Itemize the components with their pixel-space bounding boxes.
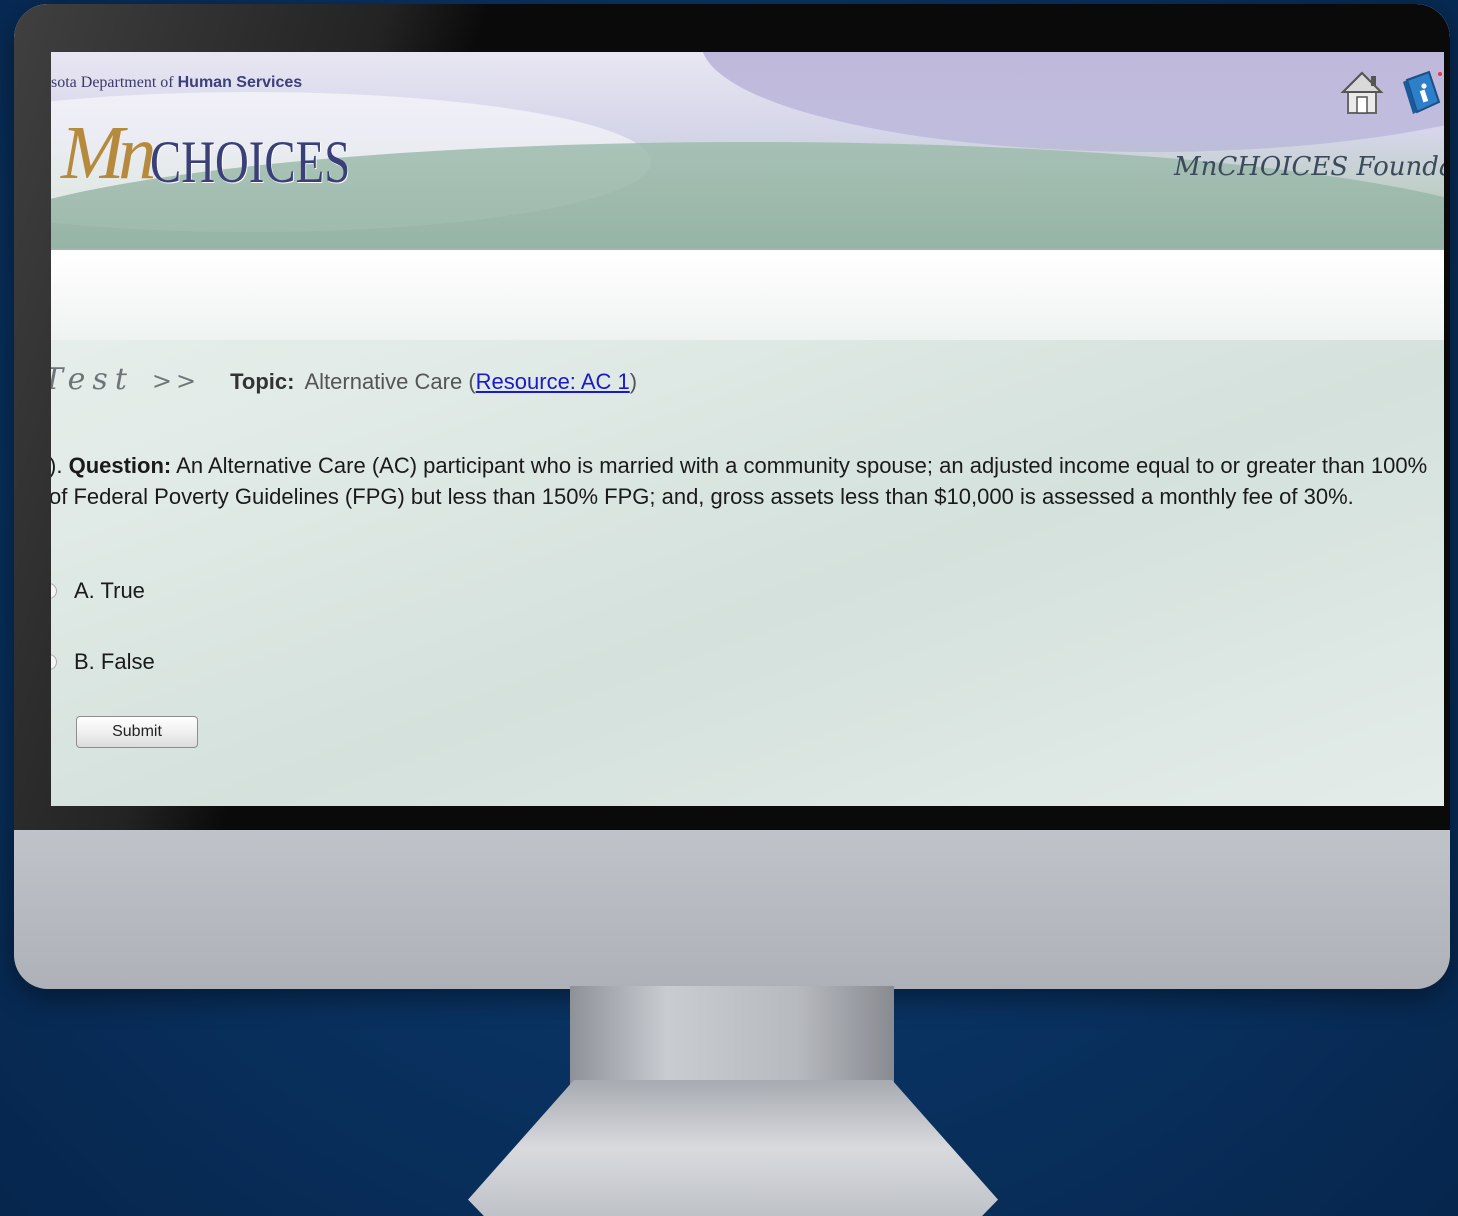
resource-link[interactable]: Resource: AC 1: [476, 369, 630, 394]
logo-mn: Mn: [61, 111, 156, 195]
answer-option-a[interactable]: A. True: [51, 578, 145, 604]
logo-choices: CHOICES: [150, 129, 351, 195]
banner-tagline: MnCHOICES Founda: [1174, 152, 1444, 182]
breadcrumb-test: Test: [51, 362, 134, 397]
topic-value: Alternative Care (Resource: AC 1): [304, 369, 638, 394]
home-icon[interactable]: [1340, 70, 1384, 116]
mnchoices-logo: MnCHOICES: [61, 110, 407, 200]
question-label: Question:: [68, 453, 172, 478]
monitor-stand-base: [468, 1080, 998, 1216]
answer-option-b[interactable]: B. False: [51, 649, 155, 675]
header-banner: sota Department of Human Services MnCHOI…: [51, 52, 1444, 250]
radio-option-b[interactable]: [51, 654, 57, 670]
info-book-icon[interactable]: [1399, 68, 1444, 116]
breadcrumb: Test >> Topic: Alternative Care (Resourc…: [51, 362, 637, 397]
breadcrumb-separator: >>: [151, 367, 201, 395]
topic-label: Topic:: [230, 369, 295, 394]
question-text: ). Question: An Alternative Care (AC) pa…: [51, 453, 1428, 509]
sub-header-strip: [51, 250, 1444, 340]
submit-button[interactable]: Submit: [76, 716, 198, 748]
department-name: sota Department of Human Services: [51, 74, 303, 91]
screen: sota Department of Human Services MnCHOI…: [51, 52, 1444, 806]
radio-option-a[interactable]: [51, 583, 57, 599]
